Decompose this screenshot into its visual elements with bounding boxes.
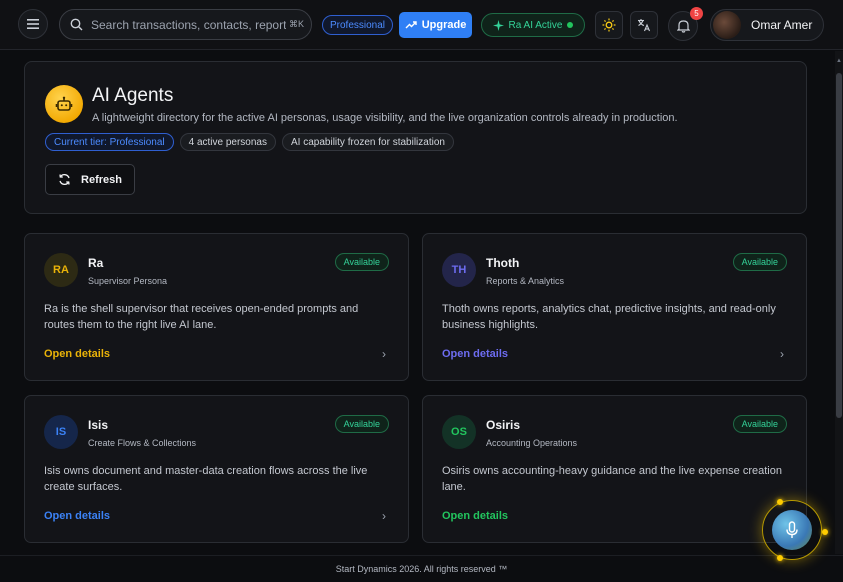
agent-name: Thoth (486, 256, 520, 270)
translate-icon (638, 19, 651, 32)
theme-toggle-button[interactable] (595, 11, 623, 39)
agent-avatar: RA (44, 253, 78, 287)
page-subtitle: A lightweight directory for the active A… (92, 112, 678, 124)
avatar (713, 11, 741, 39)
chevron-right-icon[interactable]: › (382, 509, 386, 523)
status-badge: Available (732, 415, 787, 433)
agent-avatar: OS (442, 415, 476, 449)
refresh-icon (59, 174, 70, 185)
agent-avatar: TH (442, 253, 476, 287)
status-badge: Available (334, 253, 389, 271)
microphone-icon (786, 521, 798, 538)
open-details-link[interactable]: Open details (442, 348, 508, 360)
open-details-link[interactable]: Open details (442, 510, 508, 522)
menu-button[interactable] (18, 9, 48, 39)
status-dot (567, 22, 574, 28)
menu-icon (27, 19, 39, 29)
open-details-link[interactable]: Open details (44, 348, 110, 360)
agent-avatar: IS (44, 415, 78, 449)
agent-role: Accounting Operations (486, 438, 578, 448)
chevron-right-icon[interactable]: › (382, 347, 386, 361)
search-icon (70, 18, 83, 31)
top-bar: Search transactions, contacts, reports ⌘… (0, 0, 843, 50)
agent-description: Ra is the shell supervisor that receives… (44, 303, 359, 331)
ra-status-label: Ra AI Active (508, 19, 563, 31)
agent-role: Reports & Analytics (486, 276, 565, 286)
bell-icon (676, 20, 690, 33)
notification-count-badge: 5 (690, 7, 703, 20)
ra-status-button[interactable]: Ra AI Active (481, 13, 585, 37)
status-badge: Available (732, 253, 787, 271)
agent-card-osiris: OS Osiris Accounting Operations Availabl… (422, 395, 807, 543)
page-title: AI Agents (92, 85, 174, 106)
orbit-dot (777, 499, 783, 505)
agent-description: Isis owns document and master-data creat… (44, 465, 368, 493)
status-chips: Current tier: Professional 4 active pers… (45, 133, 454, 151)
sparkle-icon (492, 19, 504, 31)
agent-description: Thoth owns reports, analytics chat, pred… (442, 303, 776, 331)
agent-card-ra: RA Ra Supervisor Persona Available Ra is… (24, 233, 409, 381)
agent-name: Osiris (486, 418, 521, 432)
orbit-dot (777, 555, 783, 561)
upgrade-label: Upgrade (421, 19, 467, 31)
tier-chip: Current tier: Professional (45, 133, 174, 151)
agent-role: Create Flows & Collections (88, 438, 197, 448)
voice-assistant-button[interactable] (772, 510, 812, 550)
search-placeholder: Search transactions, contacts, reports (91, 17, 286, 32)
status-badge: Available (334, 415, 389, 433)
user-menu[interactable]: Omar Amer (710, 9, 824, 41)
plan-badge: Professional (322, 15, 394, 35)
trending-up-icon (405, 21, 417, 29)
agent-card-thoth: TH Thoth Reports & Analytics Available T… (422, 233, 807, 381)
main-content: AI Agents A lightweight directory for th… (0, 51, 834, 554)
language-button[interactable] (630, 11, 658, 39)
user-name: Omar Amer (751, 18, 813, 32)
agent-description: Osiris owns accounting-heavy guidance an… (442, 465, 782, 493)
personas-chip: 4 active personas (179, 133, 276, 151)
footer: Start Dynamics 2026. All rights reserved… (0, 555, 843, 579)
sun-icon (602, 18, 616, 32)
chevron-right-icon[interactable]: › (780, 347, 784, 361)
agent-card-isis: IS Isis Create Flows & Collections Avail… (24, 395, 409, 543)
agents-header-card: AI Agents A lightweight directory for th… (24, 61, 807, 214)
search-shortcut: ⌘K (289, 19, 305, 29)
scroll-up-arrow[interactable]: ▲ (836, 58, 842, 66)
capability-chip: AI capability frozen for stabilization (282, 133, 454, 151)
agent-role: Supervisor Persona (88, 276, 168, 286)
agent-name: Isis (88, 418, 109, 432)
agent-name: Ra (88, 256, 104, 270)
upgrade-button[interactable]: Upgrade (399, 12, 472, 38)
orbit-dot (822, 529, 828, 535)
search-input[interactable]: Search transactions, contacts, reports ⌘… (59, 9, 312, 40)
scrollbar-thumb[interactable] (836, 73, 842, 418)
refresh-button[interactable]: Refresh (45, 164, 135, 195)
refresh-label: Refresh (81, 173, 122, 186)
open-details-link[interactable]: Open details (44, 510, 110, 522)
bot-icon (45, 85, 83, 123)
